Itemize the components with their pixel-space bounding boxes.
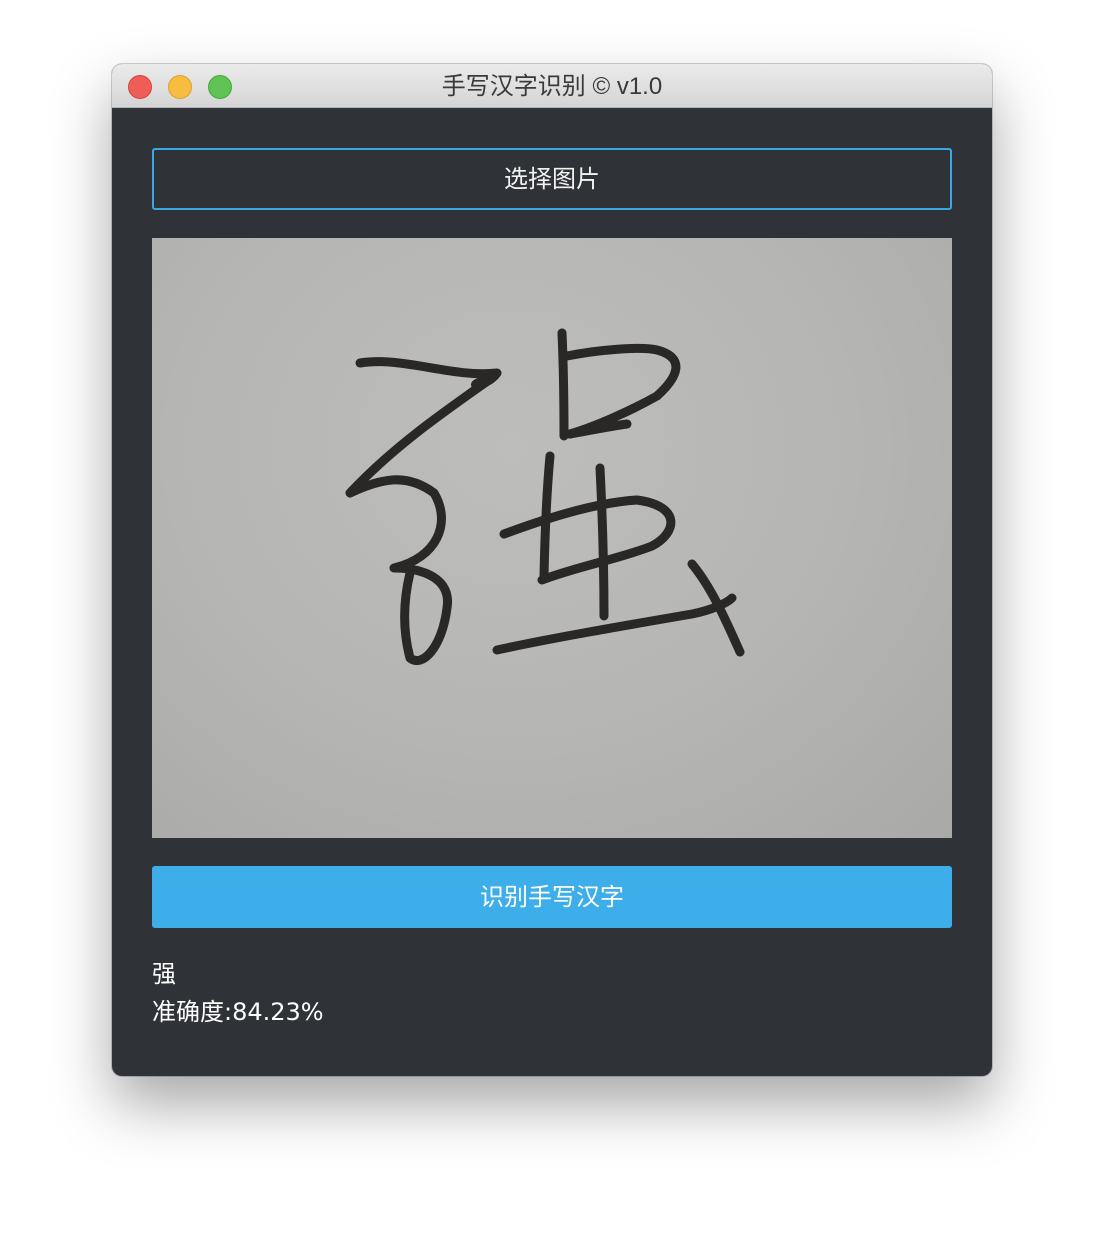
select-image-button[interactable]: 选择图片 [152, 148, 952, 210]
result-character: 强 [152, 960, 176, 988]
recognize-button[interactable]: 识别手写汉字 [152, 866, 952, 928]
window-title: 手写汉字识别 © v1.0 [441, 73, 663, 100]
title-bar[interactable]: 手写汉字识别 © v1.0 [112, 64, 992, 108]
result-accuracy: 准确度:84.23% [152, 998, 324, 1026]
app-window: 手写汉字识别 © v1.0 选择图片 识别手写汉字 强 准确度:84.23% [112, 64, 992, 1076]
handwriting-image [152, 238, 952, 838]
handwritten-character-image [345, 328, 745, 665]
